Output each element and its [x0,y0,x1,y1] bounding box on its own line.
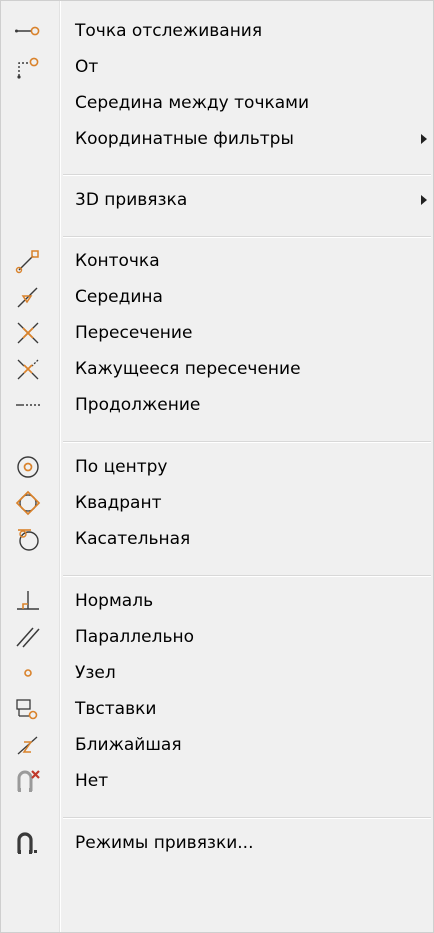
endpoint-icon [15,248,41,274]
menu-item-label: Квадрант [75,493,162,513]
parallel-icon [15,624,41,650]
node-icon [15,660,41,686]
submenu-arrow-icon [421,195,427,205]
menu-separator [63,236,431,238]
menu-item-label: Узел [75,663,116,683]
menu-item-from[interactable]: От [1,49,434,85]
menu-item-label: Параллельно [75,627,194,647]
menu-item-label: Середина [75,287,163,307]
osnap-context-menu: Точка отслеживания От Середина между точ… [0,0,434,933]
insertion-icon [15,696,41,722]
from-icon [15,54,41,80]
none-icon [15,768,41,794]
submenu-arrow-icon [421,134,427,144]
menu-item-tangent[interactable]: Касательная [1,521,434,557]
menu-item-intersection[interactable]: Пересечение [1,315,434,351]
menu-item-extension[interactable]: Продолжение [1,387,434,423]
menu-separator [63,174,431,176]
nearest-icon [15,732,41,758]
extension-icon [15,392,41,418]
menu-item-label: Ближайшая [75,735,182,755]
menu-item-label: Касательная [75,529,191,549]
menu-item-quadrant[interactable]: Квадрант [1,485,434,521]
menu-item-label: Пересечение [75,323,193,343]
menu-item-label: По центру [75,457,168,477]
menu-item-tracking-point[interactable]: Точка отслеживания [1,13,434,49]
menu-item-endpoint[interactable]: Конточка [1,243,434,279]
center-icon [15,454,41,480]
menu-item-label: Нормаль [75,591,154,611]
menu-item-parallel[interactable]: Параллельно [1,619,434,655]
menu-item-label: Нет [75,771,109,791]
perpendicular-icon [15,588,41,614]
menu-item-label: Координатные фильтры [75,129,294,149]
menu-item-label: Конточка [75,251,160,271]
osnap-settings-icon [15,830,41,856]
tracking-point-icon [15,18,41,44]
menu-item-nearest[interactable]: Ближайшая [1,727,434,763]
intersection-icon [15,320,41,346]
menu-item-label: Точка отслеживания [75,21,263,41]
menu-item-insertion[interactable]: Твставки [1,691,434,727]
menu-item-apparent-intersection[interactable]: Кажущееся пересечение [1,351,434,387]
menu-item-mid-between-points[interactable]: Середина между точками [1,85,434,121]
menu-item-node[interactable]: Узел [1,655,434,691]
menu-item-center[interactable]: По центру [1,449,434,485]
menu-item-label: От [75,57,99,77]
quadrant-icon [15,490,41,516]
menu-item-3d-osnap[interactable]: 3D привязка [1,182,434,218]
menu-item-midpoint[interactable]: Середина [1,279,434,315]
menu-item-label: 3D привязка [75,190,188,210]
menu-item-osnap-settings[interactable]: Режимы привязки... [1,825,434,861]
menu-item-label: Режимы привязки... [75,833,254,853]
menu-item-label: Продолжение [75,395,201,415]
menu-item-label: Середина между точками [75,93,310,113]
tangent-icon [15,526,41,552]
menu-item-none[interactable]: Нет [1,763,434,799]
menu-item-perpendicular[interactable]: Нормаль [1,583,434,619]
apparent-intersection-icon [15,356,41,382]
menu-separator [63,441,431,443]
menu-item-point-filters[interactable]: Координатные фильтры [1,121,434,157]
midpoint-icon [15,284,41,310]
menu-separator [63,817,431,819]
menu-item-label: Твставки [75,699,157,719]
menu-separator [63,575,431,577]
menu-item-label: Кажущееся пересечение [75,359,301,379]
